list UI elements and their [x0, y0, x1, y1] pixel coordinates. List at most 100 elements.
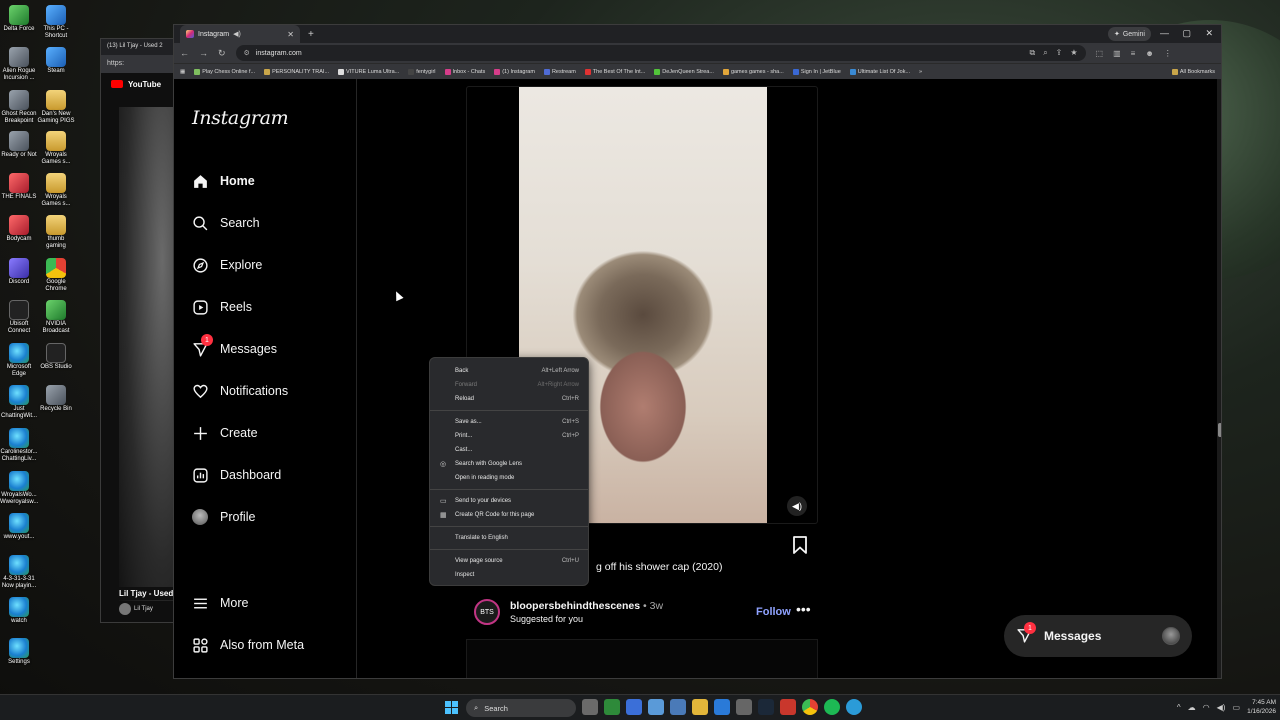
bookmark-item[interactable]: Restream: [543, 68, 576, 75]
chrome-icon[interactable]: [802, 699, 818, 715]
forward-icon[interactable]: →: [199, 48, 208, 58]
minimize-icon[interactable]: —: [1160, 28, 1169, 38]
volume-icon[interactable]: ◀): [787, 496, 807, 516]
bookmark-item[interactable]: DeJenQueen Strea...: [654, 68, 714, 75]
follow-button[interactable]: Follow: [756, 606, 791, 618]
zoom-icon[interactable]: ⌕: [1043, 48, 1047, 58]
desktop-icon-now-playing[interactable]: 4-3-31-3-31 Now playin...: [0, 555, 38, 590]
bookmark-item[interactable]: Ultimate List Of Jok...: [849, 68, 910, 75]
settings-icon[interactable]: [736, 699, 752, 715]
nav-dashboard[interactable]: Dashboard: [191, 466, 281, 484]
steam-icon[interactable]: [758, 699, 774, 715]
chevron-up-icon[interactable]: ^: [1177, 703, 1181, 712]
apps-grid-icon[interactable]: ▦: [180, 69, 185, 75]
bookmark-item[interactable]: The Best Of The Int...: [584, 68, 645, 75]
desktop-icon-discord[interactable]: Discord: [0, 258, 38, 286]
bookmark-item[interactable]: fentygirl: [408, 68, 436, 75]
bookmark-item[interactable]: Inbox - Chats: [444, 68, 485, 75]
gemini-button[interactable]: ✦ Gemini: [1107, 27, 1151, 41]
onedrive-icon[interactable]: ☁: [1188, 703, 1196, 712]
desktop-icon-wroyals-games[interactable]: Wroyals Games s...: [37, 131, 75, 166]
wifi-icon[interactable]: ◠: [1203, 703, 1210, 712]
url-text[interactable]: instagram.com: [256, 50, 302, 57]
nav-also-from-meta[interactable]: Also from Meta: [191, 636, 304, 654]
post-username[interactable]: bloopersbehindthescenes • 3w: [510, 600, 663, 612]
nav-create[interactable]: Create: [191, 424, 258, 442]
bookmark-item[interactable]: PERSONALITY TRAI...: [264, 68, 329, 75]
address-bar[interactable]: ⚙ instagram.com ⧉ ⌕ ⇪ ★: [235, 45, 1086, 61]
back-icon[interactable]: ←: [180, 48, 189, 58]
desktop-icon-just-chatting[interactable]: Just ChattingWit...: [0, 385, 38, 420]
chevron-more-icon[interactable]: »: [919, 69, 922, 75]
nav-home[interactable]: Home: [191, 172, 255, 190]
bookmark-item[interactable]: Play Chess Online f...: [194, 68, 255, 75]
bookmark-item[interactable]: Sign In | JetBlue: [792, 68, 841, 75]
save-bookmark-icon[interactable]: [792, 536, 808, 554]
desktop-icon-chrome[interactable]: Google Chrome: [37, 258, 75, 293]
menu-dots-icon[interactable]: ⋮: [1164, 49, 1172, 58]
menu-item-google-lens[interactable]: ◎ Search with Google Lens: [430, 457, 588, 471]
menu-item-send-to-devices[interactable]: ▭ Send to your devices: [430, 494, 588, 508]
messages-floating-button[interactable]: 1 Messages: [1004, 615, 1192, 657]
share-icon[interactable]: ⇪: [1056, 48, 1063, 58]
nav-messages[interactable]: 1 Messages: [191, 334, 277, 358]
desktop-icon-www-yout[interactable]: www.yout...: [0, 513, 38, 541]
scrollbar-thumb[interactable]: [1218, 423, 1221, 437]
nav-search[interactable]: Search: [191, 214, 260, 232]
desktop-icon-edge[interactable]: Microsoft Edge: [0, 343, 38, 378]
install-app-icon[interactable]: ⧉: [1029, 48, 1035, 58]
new-tab-icon[interactable]: +: [308, 29, 314, 40]
tab-instagram[interactable]: Instagram ◀) ✕: [180, 25, 300, 43]
desktop-icon-recycle-bin[interactable]: Recycle Bin: [37, 385, 75, 413]
desktop-icon-delta-force[interactable]: Delta Force: [0, 5, 38, 33]
speaker-icon[interactable]: ◀): [1217, 703, 1226, 712]
nav-explore[interactable]: Explore: [191, 256, 262, 274]
all-bookmarks[interactable]: All Bookmarks: [1171, 68, 1215, 75]
reload-icon[interactable]: ↻: [218, 48, 226, 59]
desktop-icon-ready-or-not[interactable]: Ready or Not: [0, 131, 38, 159]
nav-reels[interactable]: Reels: [191, 298, 252, 316]
post-media[interactable]: [466, 639, 818, 678]
instagram-logo[interactable]: Instagram: [192, 107, 289, 129]
edge-icon[interactable]: [846, 699, 862, 715]
menu-item-inspect[interactable]: Inspect: [430, 568, 588, 582]
menu-item-qr-code[interactable]: ▦ Create QR Code for this page: [430, 508, 588, 522]
desktop-icon-alien-rogue[interactable]: Alien Rogue Incursion ...: [0, 47, 38, 82]
desktop-icon-steam[interactable]: Steam: [37, 47, 75, 75]
desktop-icon-nvidia-broadcast[interactable]: NVIDIA Broadcast: [37, 300, 75, 335]
battery-icon[interactable]: ▭: [1232, 703, 1240, 712]
site-info-icon[interactable]: ⚙: [244, 49, 250, 57]
media-controls-icon[interactable]: ≡: [1131, 49, 1136, 58]
page-scrollbar[interactable]: [1217, 79, 1221, 678]
extensions-icon[interactable]: ⬚: [1096, 49, 1104, 58]
menu-item-view-source[interactable]: View page source Ctrl+U: [430, 554, 588, 568]
ubisoft-icon[interactable]: [780, 699, 796, 715]
bookmark-star-icon[interactable]: ★: [1070, 48, 1077, 58]
file-explorer-icon[interactable]: [692, 699, 708, 715]
bookmark-item[interactable]: (1) Instagram: [494, 68, 535, 75]
more-options-icon[interactable]: •••: [796, 601, 811, 617]
nav-more[interactable]: More: [191, 594, 248, 612]
desktop-icon-bodycam[interactable]: Bodycam: [0, 215, 38, 243]
copilot-icon[interactable]: [648, 699, 664, 715]
menu-item-reload[interactable]: Reload Ctrl+R: [430, 392, 588, 406]
profile-icon[interactable]: ☻: [1145, 49, 1153, 58]
desktop-icon-ubisoft[interactable]: Ubisoft Connect: [0, 300, 38, 335]
desktop-icon-ghost-recon[interactable]: Ghost Recon Breakpoint: [0, 90, 38, 125]
desktop-icon-gaming-pigs[interactable]: Dan's New Gaming PIGS: [37, 90, 75, 125]
menu-item-print[interactable]: Print... Ctrl+P: [430, 429, 588, 443]
nvidia-icon[interactable]: [604, 699, 620, 715]
bookmark-item[interactable]: VITURE Luma Ultra...: [338, 68, 399, 75]
desktop-icon-watch[interactable]: watch: [0, 597, 38, 625]
desktop-icon-this-pc[interactable]: This PC - Shortcut: [37, 5, 75, 40]
store-icon[interactable]: [626, 699, 642, 715]
menu-item-save-as[interactable]: Save as... Ctrl+S: [430, 415, 588, 429]
menu-item-cast[interactable]: Cast...: [430, 443, 588, 457]
nav-profile[interactable]: Profile: [191, 508, 255, 526]
desktop-icon-wroyals-games-2[interactable]: Wroyals Games s...: [37, 173, 75, 208]
menu-item-translate[interactable]: Translate to English: [430, 531, 588, 545]
maximize-icon[interactable]: ▢: [1182, 28, 1191, 39]
menu-item-reading-mode[interactable]: Open in reading mode: [430, 471, 588, 485]
task-view-icon[interactable]: [582, 699, 598, 715]
close-window-icon[interactable]: ✕: [1205, 28, 1213, 39]
